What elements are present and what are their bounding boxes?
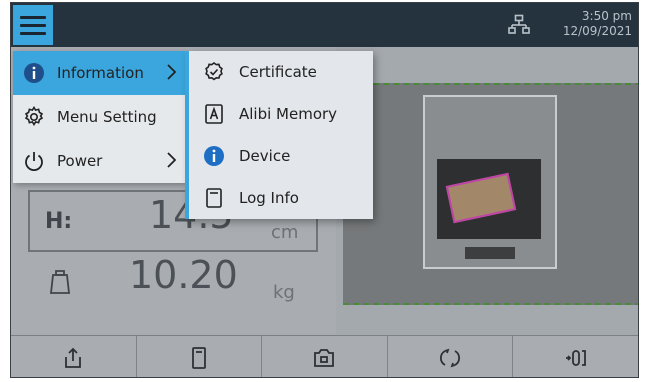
submenu-item-label: Log Info (239, 189, 299, 207)
clock-time: 3:50 pm (581, 9, 632, 23)
memory-icon (191, 347, 206, 369)
information-submenu: Certificate Alibi Memory Device Log Info (185, 51, 373, 219)
app-window: 3:50 pm 12/09/2021 H: 14.5 cm 10.20 kg (10, 2, 639, 378)
submenu-item-alibi-memory[interactable]: Alibi Memory (191, 93, 373, 135)
hamburger-line (20, 31, 46, 35)
submenu-item-label: Certificate (239, 63, 317, 81)
info-icon (204, 146, 224, 166)
memory-button[interactable] (137, 336, 263, 377)
camera-view (343, 83, 638, 305)
export-icon (65, 347, 82, 368)
zero-button[interactable] (513, 336, 638, 377)
submenu-item-device[interactable]: Device (191, 135, 373, 177)
power-icon (25, 152, 43, 172)
weight-unit: kg (273, 282, 295, 303)
submenu-item-log-info[interactable]: Log Info (191, 177, 373, 219)
weight-icon (49, 270, 71, 294)
camera-platform (423, 95, 557, 269)
submenu-item-label: Alibi Memory (239, 105, 338, 123)
camera-guide-line (343, 303, 638, 305)
weight-value: 10.20 (129, 253, 238, 297)
camera-icon (314, 349, 335, 367)
certificate-check-icon (205, 62, 223, 81)
refresh-icon (440, 348, 461, 368)
height-label: H: (45, 209, 73, 234)
log-icon (206, 188, 222, 208)
menu-item-label: Power (57, 152, 103, 170)
menu-item-label: Information (57, 64, 144, 82)
hamburger-menu-button[interactable] (13, 5, 53, 45)
export-button[interactable] (11, 336, 137, 377)
top-bar: 3:50 pm 12/09/2021 (11, 3, 638, 47)
zero-icon (565, 350, 586, 366)
menu-item-power[interactable]: Power (13, 139, 185, 183)
menu-item-label: Menu Setting (57, 108, 157, 126)
alibi-memory-icon (205, 104, 223, 124)
camera-guide-line (343, 83, 638, 85)
chevron-right-icon (167, 152, 177, 168)
bottom-toolbar (11, 335, 638, 377)
submenu-item-certificate[interactable]: Certificate (191, 51, 373, 93)
menu-item-information[interactable]: Information (13, 51, 185, 95)
main-menu: Information Menu Setting Power (13, 51, 185, 183)
chevron-right-icon (167, 64, 177, 80)
clock: 3:50 pm 12/09/2021 (563, 9, 632, 39)
camera-button[interactable] (262, 336, 388, 377)
hamburger-line (20, 23, 46, 27)
submenu-item-label: Device (239, 147, 291, 165)
gear-icon (24, 106, 44, 127)
refresh-button[interactable] (388, 336, 514, 377)
height-unit: cm (271, 222, 299, 243)
info-icon (24, 63, 44, 83)
network-icon (508, 14, 530, 34)
camera-stand (465, 247, 515, 259)
menu-item-menu-setting[interactable]: Menu Setting (13, 95, 185, 139)
hamburger-line (20, 15, 46, 19)
clock-date: 12/09/2021 (562, 24, 632, 38)
